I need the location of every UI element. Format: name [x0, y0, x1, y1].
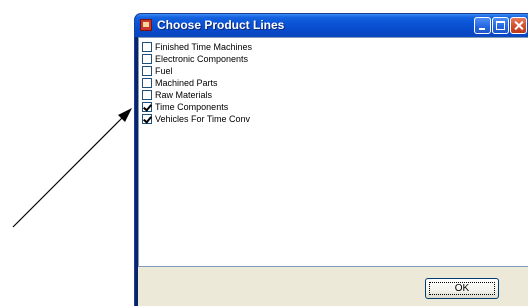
arrow-shaft	[12, 115, 125, 228]
screenshot-stage: Choose Product Lines Finished Time Machi…	[0, 0, 528, 306]
annotation-arrow	[12, 108, 132, 228]
